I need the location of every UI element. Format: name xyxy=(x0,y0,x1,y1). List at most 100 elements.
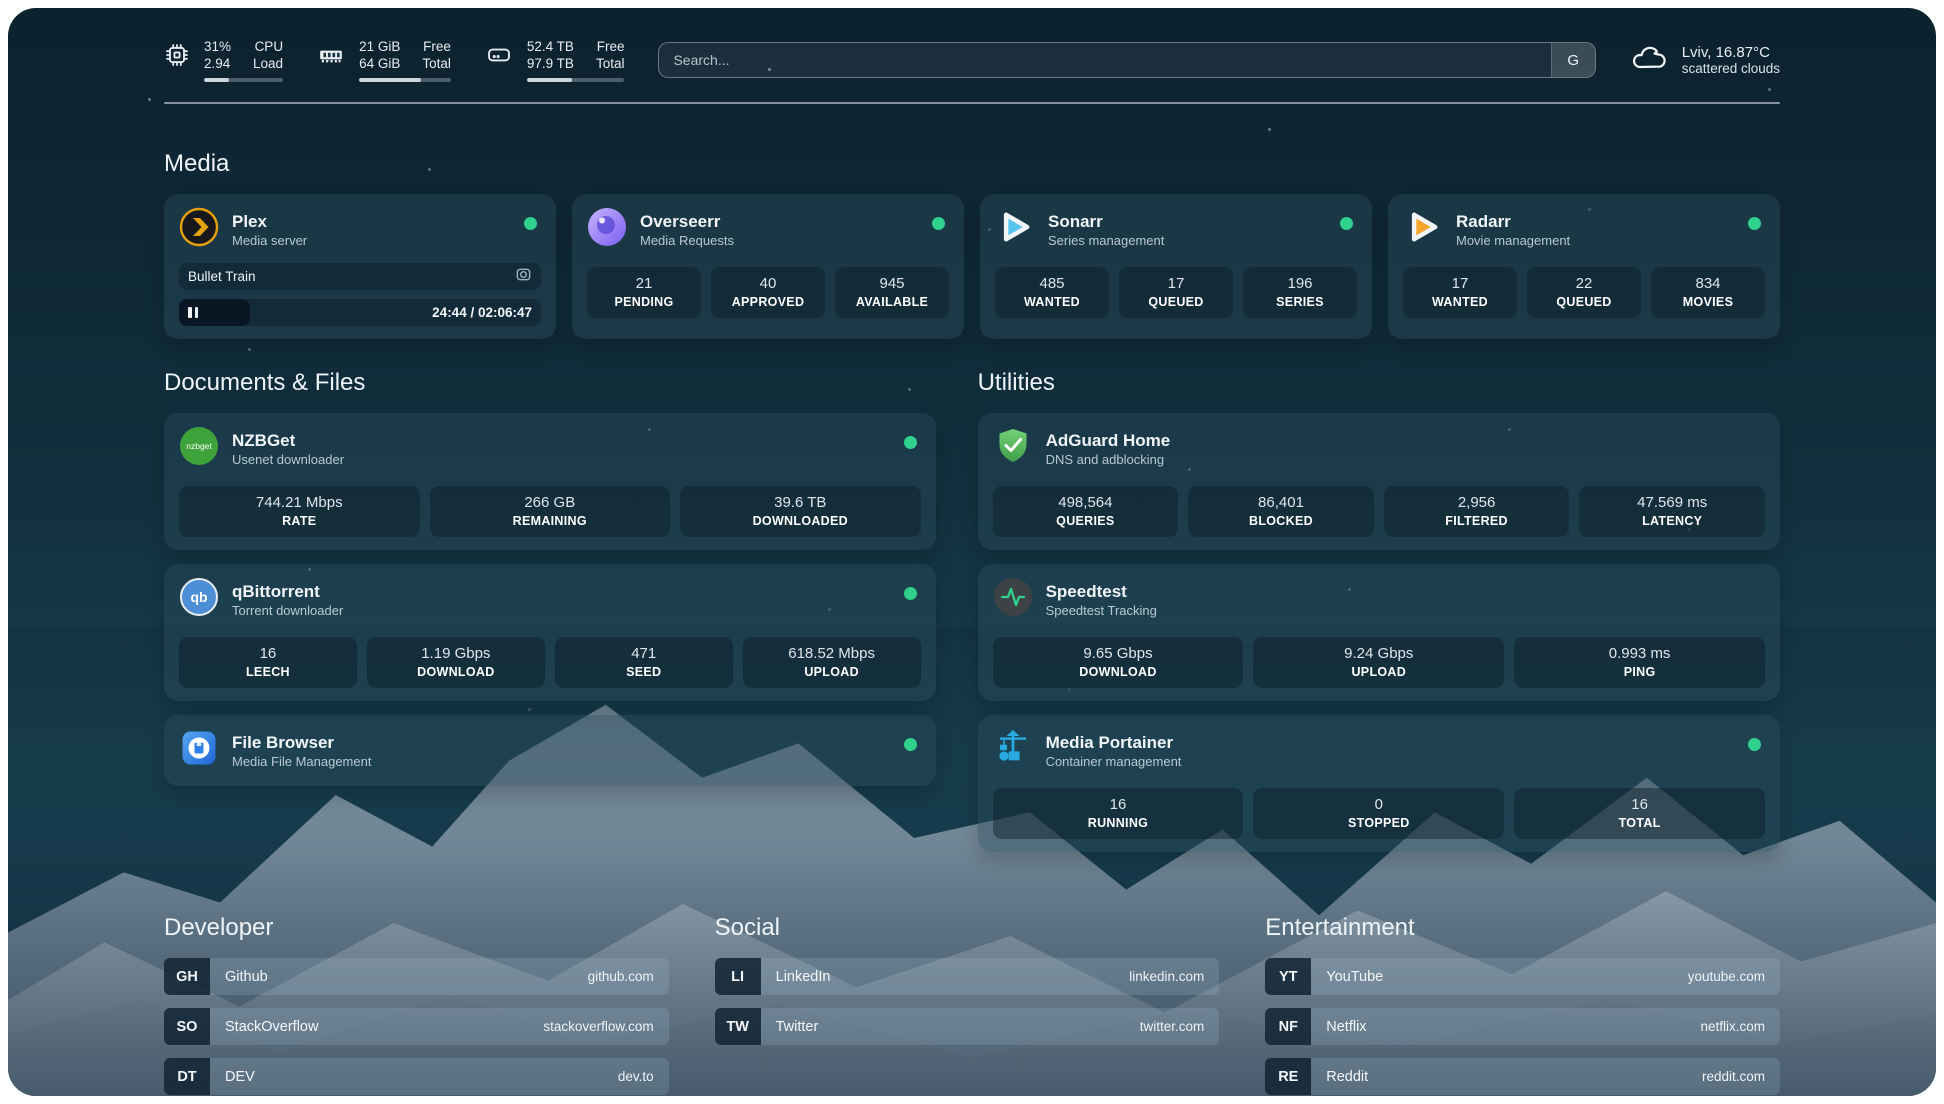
link-abbr: RE xyxy=(1265,1058,1311,1095)
disk-total-label: Total xyxy=(596,55,625,72)
section-title-utilities: Utilities xyxy=(978,369,1780,397)
link-twitter[interactable]: TW Twitter twitter.com xyxy=(715,1008,1220,1045)
app-desc: Movie management xyxy=(1456,233,1570,248)
stat-tile: 16RUNNING xyxy=(993,788,1244,839)
status-dot xyxy=(524,217,537,230)
link-url: github.com xyxy=(588,958,669,995)
svg-text:qb: qb xyxy=(190,589,207,605)
link-linkedin[interactable]: LI LinkedIn linkedin.com xyxy=(715,958,1220,995)
disk-icon xyxy=(485,42,513,73)
app-card-speedtest[interactable]: Speedtest Speedtest Tracking 9.65 GbpsDO… xyxy=(978,564,1780,701)
app-card-plex[interactable]: Plex Media server Bullet Train xyxy=(164,194,556,339)
app-name: qBittorrent xyxy=(232,582,343,601)
section-title-social: Social xyxy=(715,914,1220,942)
section-title-documents: Documents & Files xyxy=(164,369,936,397)
disk-progress-bar xyxy=(527,78,625,82)
link-netflix[interactable]: NF Netflix netflix.com xyxy=(1265,1008,1780,1045)
stat-tile: 0.993 msPING xyxy=(1514,637,1765,688)
ram-total-value: 64 GiB xyxy=(359,55,400,72)
stat-tile: 22QUEUED xyxy=(1527,267,1641,318)
app-name: File Browser xyxy=(232,733,371,752)
stat-tile: 40APPROVED xyxy=(711,267,825,318)
app-name: NZBGet xyxy=(232,431,344,450)
section-title-developer: Developer xyxy=(164,914,669,942)
app-card-sonarr[interactable]: Sonarr Series management 485WANTED 17QUE… xyxy=(980,194,1372,339)
playback-progress-row[interactable]: 24:44 / 02:06:47 xyxy=(179,299,541,326)
ram-free-value: 21 GiB xyxy=(359,38,400,55)
stat-tile: 2,956FILTERED xyxy=(1384,486,1570,537)
disk-free-label: Free xyxy=(596,38,625,55)
app-name: Sonarr xyxy=(1048,212,1164,231)
stat-tile: 485WANTED xyxy=(995,267,1109,318)
link-name: Github xyxy=(210,958,268,995)
app-desc: Usenet downloader xyxy=(232,452,344,467)
search-input[interactable] xyxy=(659,43,1550,77)
stat-tile: 196SERIES xyxy=(1243,267,1357,318)
stat-tile: 17QUEUED xyxy=(1119,267,1233,318)
app-card-portainer[interactable]: Media Portainer Container management 16R… xyxy=(978,715,1780,852)
svg-text:nzbget: nzbget xyxy=(186,441,212,451)
radarr-icon xyxy=(1403,207,1443,252)
stat-tile: 0STOPPED xyxy=(1253,788,1504,839)
stat-tile: 17WANTED xyxy=(1403,267,1517,318)
stat-tile: 47.569 msLATENCY xyxy=(1579,486,1765,537)
sonarr-icon xyxy=(995,207,1035,252)
app-desc: Media Requests xyxy=(640,233,734,248)
dashboard: 31% 2.94 CPU Load xyxy=(8,8,1936,1096)
weather-condition: scattered clouds xyxy=(1682,61,1780,76)
stat-tile: 86,401BLOCKED xyxy=(1188,486,1374,537)
status-dot xyxy=(1748,217,1761,230)
link-youtube[interactable]: YT YouTube youtube.com xyxy=(1265,958,1780,995)
ram-free-label: Free xyxy=(422,38,451,55)
filebrowser-icon xyxy=(179,728,219,773)
status-dot xyxy=(904,587,917,600)
search-engine-button[interactable]: G xyxy=(1551,43,1595,77)
app-card-qbittorrent[interactable]: qb qBittorrent Torrent downloader xyxy=(164,564,936,701)
stat-tile: 618.52 MbpsUPLOAD xyxy=(743,637,921,688)
stat-tile: 266 GBREMAINING xyxy=(430,486,671,537)
now-playing-title: Bullet Train xyxy=(188,269,256,284)
link-url: reddit.com xyxy=(1702,1058,1780,1095)
link-abbr: TW xyxy=(715,1008,761,1045)
stat-tile: 471SEED xyxy=(555,637,733,688)
cpu-icon xyxy=(164,42,190,73)
app-card-adguard[interactable]: AdGuard Home DNS and adblocking 498,564Q… xyxy=(978,413,1780,550)
top-bar: 31% 2.94 CPU Load xyxy=(164,8,1780,82)
link-stackoverflow[interactable]: SO StackOverflow stackoverflow.com xyxy=(164,1008,669,1045)
camera-icon[interactable] xyxy=(515,266,532,288)
plex-icon xyxy=(179,207,219,252)
link-name: Twitter xyxy=(761,1008,819,1045)
link-abbr: SO xyxy=(164,1008,210,1045)
link-abbr: GH xyxy=(164,958,210,995)
search-bar: G xyxy=(658,42,1595,78)
link-name: YouTube xyxy=(1311,958,1383,995)
app-desc: Speedtest Tracking xyxy=(1046,603,1157,618)
nzbget-icon: nzbget xyxy=(179,426,219,471)
app-card-overseerr[interactable]: Overseerr Media Requests 21PENDING 40APP… xyxy=(572,194,964,339)
link-abbr: YT xyxy=(1265,958,1311,995)
section-title-entertainment: Entertainment xyxy=(1265,914,1780,942)
weather-widget[interactable]: Lviv, 16.87°C scattered clouds xyxy=(1630,42,1780,79)
stat-tile: 9.24 GbpsUPLOAD xyxy=(1253,637,1504,688)
weather-location-temp: Lviv, 16.87°C xyxy=(1682,44,1780,61)
app-desc: Torrent downloader xyxy=(232,603,343,618)
app-name: Radarr xyxy=(1456,212,1570,231)
ram-total-label: Total xyxy=(422,55,451,72)
stat-tile: 744.21 MbpsRATE xyxy=(179,486,420,537)
ram-progress-bar xyxy=(359,78,451,82)
link-url: linkedin.com xyxy=(1129,958,1219,995)
app-card-nzbget[interactable]: nzbget NZBGet Usenet downloader 74 xyxy=(164,413,936,550)
link-name: StackOverflow xyxy=(210,1008,318,1045)
link-dev[interactable]: DT DEV dev.to xyxy=(164,1058,669,1095)
pause-button[interactable] xyxy=(188,307,198,318)
app-card-filebrowser[interactable]: File Browser Media File Management xyxy=(164,715,936,786)
link-github[interactable]: GH Github github.com xyxy=(164,958,669,995)
cpu-load-label: Load xyxy=(253,55,283,72)
qbittorrent-icon: qb xyxy=(179,577,219,622)
app-card-radarr[interactable]: Radarr Movie management 17WANTED 22QUEUE… xyxy=(1388,194,1780,339)
cpu-label: CPU xyxy=(253,38,283,55)
stat-tile: 16LEECH xyxy=(179,637,357,688)
link-url: netflix.com xyxy=(1700,1008,1780,1045)
link-reddit[interactable]: RE Reddit reddit.com xyxy=(1265,1058,1780,1095)
link-name: DEV xyxy=(210,1058,255,1095)
